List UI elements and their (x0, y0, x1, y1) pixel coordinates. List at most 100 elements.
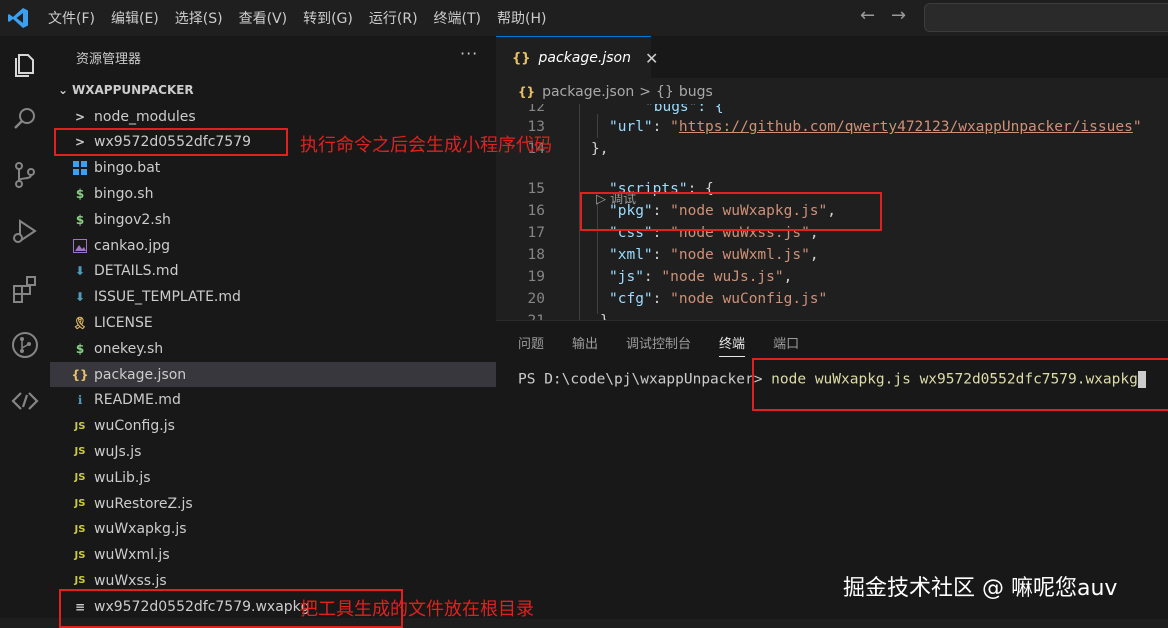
editor-tab-bar: {} package.json ✕ (496, 36, 1168, 79)
extensions-icon[interactable] (10, 274, 40, 304)
menu-item[interactable]: 终端(T) (426, 8, 489, 28)
code-text: }, (591, 313, 617, 320)
code-token: "js" (609, 269, 644, 285)
menu-item[interactable]: 文件(F) (40, 8, 103, 28)
code-token: , (783, 269, 793, 285)
more-actions-icon[interactable]: ··· (460, 44, 478, 63)
menu-item[interactable]: 转到(G) (295, 8, 361, 28)
file-tree-item[interactable]: cankao.jpg (50, 233, 496, 258)
annotation-put-in-root: 把工具生成的文件放在根目录 (300, 599, 534, 620)
code-token: : (652, 247, 671, 263)
file-tree-label: ISSUE_TEMPLATE.md (94, 289, 241, 306)
object-braces-icon: {} (656, 84, 674, 100)
file-tree-item[interactable]: > node_modules (50, 104, 496, 129)
menu-item[interactable]: 选择(S) (167, 8, 231, 28)
code-token: : (643, 269, 662, 285)
file-tree-item[interactable]: ⬇ DETAILS.md (50, 259, 496, 284)
breadcrumb-symbol[interactable]: bugs (679, 84, 713, 100)
close-icon[interactable]: ✕ (645, 49, 658, 68)
forward-arrow-icon[interactable]: → (891, 5, 906, 26)
panel-tab[interactable]: 终端 (719, 333, 746, 357)
panel-tab[interactable]: 端口 (773, 333, 799, 357)
js-icon: JS (74, 472, 86, 484)
file-tree-item[interactable]: $ bingo.sh (50, 181, 496, 206)
code-token: "bugs": { (645, 104, 724, 115)
command-center-search[interactable] (924, 3, 1168, 32)
folder-name: WXAPPUNPACKER (72, 83, 194, 97)
file-tree-item[interactable]: {} package.json (50, 362, 496, 387)
file-tree-item[interactable]: ℹ README.md (50, 388, 496, 413)
file-tree-label: wuJs.js (94, 443, 142, 460)
tab-package-json[interactable]: {} package.json ✕ (496, 36, 658, 79)
git-graph-icon[interactable] (10, 330, 40, 360)
code-token: "xml" (609, 247, 653, 263)
watermark: 掘金技术社区 @ 嘛呢您auv (843, 576, 1118, 601)
chevron-right-icon: > (639, 84, 652, 100)
file-tree-item[interactable]: JS wuWxapkg.js (50, 517, 496, 542)
file-tree-item[interactable]: $ onekey.sh (50, 336, 496, 361)
menu-item[interactable]: 编辑(E) (103, 8, 167, 28)
remote-explorer-icon[interactable] (10, 386, 40, 416)
code-token: "node wuConfig.js" (670, 291, 828, 307)
panel-tab[interactable]: 输出 (572, 333, 598, 357)
file-tree-label: wuRestoreZ.js (94, 495, 193, 512)
dollar-icon: $ (75, 341, 85, 356)
file-tree-item[interactable]: JS wuJs.js (50, 439, 496, 464)
explorer-sidebar: 资源管理器 ··· ⌄ WXAPPUNPACKER > node_modules > w… (50, 36, 496, 618)
terminal-prompt: PS D:\code\pj\wxappUnpacker> (518, 371, 763, 388)
line-number: 20 (527, 291, 545, 307)
breadcrumb: {} package.json > {} bugs (518, 82, 713, 102)
file-tree-item[interactable]: JS wuConfig.js (50, 414, 496, 439)
annotation-after-command: 执行命令之后会生成小程序代码 (300, 135, 552, 156)
code-token: "cfg" (609, 291, 653, 307)
run-debug-icon[interactable] (10, 216, 40, 246)
file-tree-label: LICENSE (94, 314, 153, 331)
menu-item[interactable]: 查看(V) (231, 8, 296, 28)
menu-item[interactable]: 运行(R) (361, 8, 426, 28)
menu-item[interactable]: 帮助(H) (489, 8, 554, 28)
code-line: 21}, (496, 310, 618, 320)
chevron-down-icon: ⌄ (58, 83, 69, 97)
code-line: 13 "url": "https://github.com/qwerty47212… (496, 116, 1142, 138)
line-number: 21 (496, 313, 545, 320)
file-tree-item[interactable]: bingo.bat (50, 156, 496, 181)
code-token[interactable]: https://github.com/qwerty472123/wxappUnp… (679, 119, 1133, 135)
json-braces-icon: {} (71, 367, 89, 382)
info-icon: ℹ (77, 393, 83, 408)
js-icon: JS (74, 575, 86, 587)
panel-tab[interactable]: 问题 (518, 333, 544, 357)
file-tree-item[interactable]: $ bingov2.sh (50, 207, 496, 232)
code-line: 20 "cfg": "node wuConfig.js" (496, 288, 828, 310)
panel-tab[interactable]: 调试控制台 (626, 333, 691, 357)
folder-header[interactable]: ⌄ WXAPPUNPACKER (58, 83, 194, 97)
json-braces-icon: {} (518, 85, 536, 99)
explorer-title: 资源管理器 (76, 52, 142, 67)
activity-bar (0, 36, 50, 618)
markdown-arrow-icon: ⬇ (74, 264, 86, 279)
file-tree-label: wuWxss.js (94, 572, 167, 589)
panel-tabs: 问题 输出 调试控制台 终端 端口 (518, 333, 827, 357)
line-number: 15 (527, 181, 545, 197)
file-tree-item[interactable]: 🎗 LICENSE (50, 310, 496, 335)
menu-bar: 文件(F) 编辑(E) 选择(S) 查看(V) 转到(G) 运行(R) 终端(T) 帮助(H) (40, 0, 554, 36)
breadcrumb-file[interactable]: package.json (542, 84, 634, 100)
file-tree-item[interactable]: ⬇ ISSUE_TEMPLATE.md (50, 285, 496, 310)
file-tree-item[interactable]: JS wuLib.js (50, 465, 496, 490)
dollar-icon: $ (75, 186, 85, 201)
code-token: "node wuWxml.js" (670, 247, 810, 263)
back-arrow-icon[interactable]: ← (860, 5, 875, 26)
source-control-icon[interactable] (10, 160, 40, 190)
search-icon[interactable] (10, 104, 40, 134)
code-token: , (809, 247, 819, 263)
code-line: 18 "xml": "node wuWxml.js", (496, 244, 819, 266)
file-tree-label: wuWxml.js (94, 547, 170, 564)
file-tree-item[interactable]: JS wuRestoreZ.js (50, 491, 496, 516)
image-icon (72, 238, 88, 254)
js-icon: JS (74, 498, 86, 509)
editor-area: {} package.json ✕ {} package.json > {} b… (496, 36, 1168, 320)
js-icon: JS (74, 446, 86, 458)
file-tree-label: bingo.bat (94, 160, 161, 177)
code-token: : (652, 291, 671, 307)
explorer-files-icon[interactable] (10, 49, 40, 79)
file-tree-item[interactable]: JS wuWxml.js (50, 543, 496, 568)
